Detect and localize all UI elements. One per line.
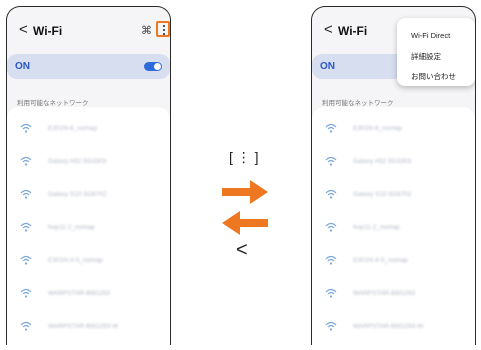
wifi-icon [20,222,32,232]
network-row[interactable]: WARPSTAR-B6G293-W [312,313,475,345]
network-row[interactable]: E301N-6_nomap [312,115,475,147]
network-name: Galaxy S10 5G6702 [48,191,107,198]
network-row[interactable]: E301N-6_nomap [7,115,170,147]
network-row[interactable]: hop11-2_nomap [7,214,170,246]
network-name: WARPSTAR-B6G293 [353,290,416,297]
more-options-button[interactable] [156,21,170,37]
screen-title: Wi-Fi [338,24,368,38]
network-list: E301N-6_nomap Galaxy A52 5G3303 Galaxy S10… [7,107,170,345]
menu-item-contact[interactable]: お問い合わせ [411,71,456,82]
back-key-label: < [236,239,248,261]
network-name: E301N-4-5_nomap [48,257,103,264]
dot-icon [163,29,165,31]
wifi-icon [20,288,32,298]
wifi-icon [20,255,32,265]
wifi-icon [325,288,337,298]
network-list: E301N-6_nomap Galaxy A52 5G3303 Galaxy S10… [312,107,475,345]
dot-icon [163,25,165,27]
wifi-icon [20,189,32,199]
network-name: WARPSTAR-B6G293 [48,290,111,297]
left-phone-screen: < Wi-Fi ⌘ ON 利用可能なネットワーク E301N-6_nomap Ga… [6,6,171,345]
menu-key-label: [ ⋮ ] [229,149,259,165]
wifi-toggle-row[interactable]: ON [7,54,170,79]
network-name: WARPSTAR-B6G293-W [353,323,424,330]
wifi-icon [325,156,337,166]
arrow-left-icon [222,211,268,235]
screen-title: Wi-Fi [33,24,63,38]
network-row[interactable]: WARPSTAR-B6G293-W [7,313,170,345]
dot-icon [163,33,165,35]
network-name: hop11-2_nomap [48,224,95,231]
back-icon[interactable]: < [324,22,333,37]
menu-item-advanced[interactable]: 詳細設定 [411,51,441,62]
network-row[interactable]: Galaxy S10 5G6702 [7,181,170,213]
options-menu: Wi-Fi Direct 詳細設定 お問い合わせ [397,18,475,86]
network-name: Galaxy A52 5G3303 [353,158,412,165]
network-row[interactable]: E301N-4-5_nomap [7,247,170,279]
network-name: Galaxy S10 5G6702 [353,191,412,198]
arrow-right-icon [222,180,268,204]
network-row[interactable]: Galaxy A52 5G3303 [7,148,170,180]
wifi-icon [20,156,32,166]
wifi-icon [325,222,337,232]
network-name: Galaxy A52 5G3303 [48,158,107,165]
available-networks-label: 利用可能なネットワーク [322,100,394,107]
right-phone-screen: < Wi-Fi ON 利用可能なネットワーク E301N-6_nomap Gala… [311,6,476,345]
network-name: E301N-6_nomap [353,125,403,132]
back-icon[interactable]: < [19,22,28,37]
wifi-toggle-switch[interactable] [144,62,162,71]
available-networks-label: 利用可能なネットワーク [17,100,89,107]
network-row[interactable]: E301N-4-5_nomap [312,247,475,279]
qr-scan-icon[interactable]: ⌘ [141,24,152,37]
wifi-icon [325,189,337,199]
wifi-icon [325,255,337,265]
wifi-on-label: ON [15,61,30,72]
network-row[interactable]: Galaxy A52 5G3303 [312,148,475,180]
network-name: WARPSTAR-B6G293-W [48,323,119,330]
wifi-icon [20,123,32,133]
wifi-icon [325,123,337,133]
network-row[interactable]: WARPSTAR-B6G293 [7,280,170,312]
network-name: E301N-6_nomap [48,125,98,132]
wifi-icon [20,321,32,331]
top-bar: < Wi-Fi ⌘ [7,7,170,51]
menu-item-wifi-direct[interactable]: Wi-Fi Direct [411,31,450,40]
network-name: hop11-2_nomap [353,224,400,231]
wifi-icon [325,321,337,331]
wifi-on-label: ON [320,61,335,72]
network-row[interactable]: WARPSTAR-B6G293 [312,280,475,312]
network-row[interactable]: hop11-2_nomap [312,214,475,246]
network-row[interactable]: Galaxy S10 5G6702 [312,181,475,213]
network-name: E301N-4-5_nomap [353,257,408,264]
